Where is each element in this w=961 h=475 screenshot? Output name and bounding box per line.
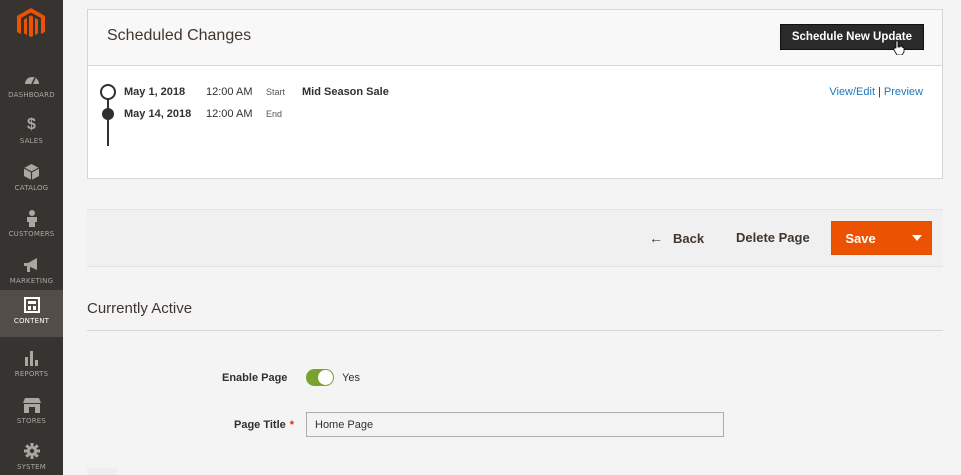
section-title: Currently Active <box>87 300 193 317</box>
sidebar-item-reports[interactable]: REPORTS <box>0 343 63 389</box>
schedule-start-kind: Start <box>266 87 286 97</box>
scheduled-changes-header: Scheduled Changes Schedule New Update <box>88 10 942 66</box>
sidebar-item-label: SYSTEM <box>16 463 47 471</box>
sidebar-item-label: MARKETING <box>9 277 54 285</box>
sidebar-item-stores[interactable]: STORES <box>0 390 63 436</box>
toggle-knob <box>318 370 333 385</box>
link-separator: | <box>878 86 881 98</box>
sidebar-item-catalog[interactable]: CATALOG <box>0 157 63 203</box>
admin-sidebar: DASHBOARD $ SALES CATALOG CUSTOMERS MARK… <box>0 0 63 475</box>
schedule-start-time: 12:00 AM <box>206 86 253 98</box>
schedule-row: May 1, 2018 12:00 AM Start Mid Season Sa… <box>124 86 389 98</box>
schedule-end-kind: End <box>266 109 283 119</box>
schedule-end-time: 12:00 AM <box>206 108 253 120</box>
enable-page-label: Enable Page <box>222 372 288 384</box>
timeline-icon <box>100 84 116 146</box>
preview-link[interactable]: Preview <box>884 86 923 98</box>
save-label: Save <box>845 230 876 246</box>
back-button[interactable]: ← Back <box>649 230 704 246</box>
schedule-row: May 14, 2018 12:00 AM End <box>124 108 302 120</box>
sidebar-item-dashboard[interactable]: DASHBOARD <box>0 64 63 110</box>
save-button[interactable]: Save <box>831 221 932 255</box>
box-icon <box>23 163 41 181</box>
megaphone-icon <box>23 256 41 274</box>
required-marker: * <box>289 419 295 431</box>
save-options-toggle[interactable] <box>903 222 931 254</box>
schedule-links: View/Edit | Preview <box>829 86 923 98</box>
arrow-left-icon: ← <box>649 230 663 246</box>
sidebar-item-sales[interactable]: $ SALES <box>0 110 63 156</box>
view-edit-link[interactable]: View/Edit <box>829 86 875 98</box>
magento-logo-icon[interactable] <box>17 8 45 40</box>
dollar-icon: $ <box>27 116 36 133</box>
bar-chart-icon <box>23 349 41 367</box>
enable-page-toggle[interactable] <box>306 369 334 386</box>
section-divider <box>87 330 943 331</box>
page-title-label: Page Title * <box>234 419 294 431</box>
gear-icon <box>23 442 41 460</box>
mouse-pointer-icon <box>893 41 905 55</box>
scheduled-changes-title: Scheduled Changes <box>107 27 252 44</box>
sidebar-item-label: DASHBOARD <box>8 91 55 99</box>
storefront-icon <box>22 396 41 414</box>
back-label: Back <box>673 230 705 246</box>
caret-down-icon <box>912 235 922 241</box>
sidebar-item-customers[interactable]: CUSTOMERS <box>0 203 63 249</box>
schedule-start-date: May 1, 2018 <box>124 86 186 98</box>
page-title-input[interactable]: Home Page <box>306 412 724 437</box>
page-actions-bar: ← Back Delete Page Save <box>87 209 943 267</box>
next-section-hint <box>87 468 117 475</box>
scheduled-changes-panel: Scheduled Changes Schedule New Update Ma… <box>87 9 943 179</box>
sidebar-item-label: CATALOG <box>14 184 49 192</box>
layout-icon <box>23 296 41 314</box>
schedule-campaign-name: Mid Season Sale <box>302 86 389 98</box>
sidebar-item-label: REPORTS <box>14 370 49 378</box>
sidebar-item-system[interactable]: SYSTEM <box>0 436 63 475</box>
delete-page-button[interactable]: Delete Page <box>736 230 810 245</box>
sidebar-item-label: CONTENT <box>13 317 50 325</box>
sidebar-item-label: CUSTOMERS <box>8 230 55 238</box>
speedometer-icon <box>23 70 41 88</box>
sidebar-item-label: SALES <box>19 137 44 145</box>
enable-page-value: Yes <box>342 372 360 384</box>
sidebar-item-content[interactable]: CONTENT <box>0 290 63 337</box>
schedule-end-date: May 14, 2018 <box>124 108 192 120</box>
person-icon <box>23 209 41 227</box>
sidebar-item-label: STORES <box>16 417 47 425</box>
page-title-label-text: Page Title <box>234 419 286 431</box>
